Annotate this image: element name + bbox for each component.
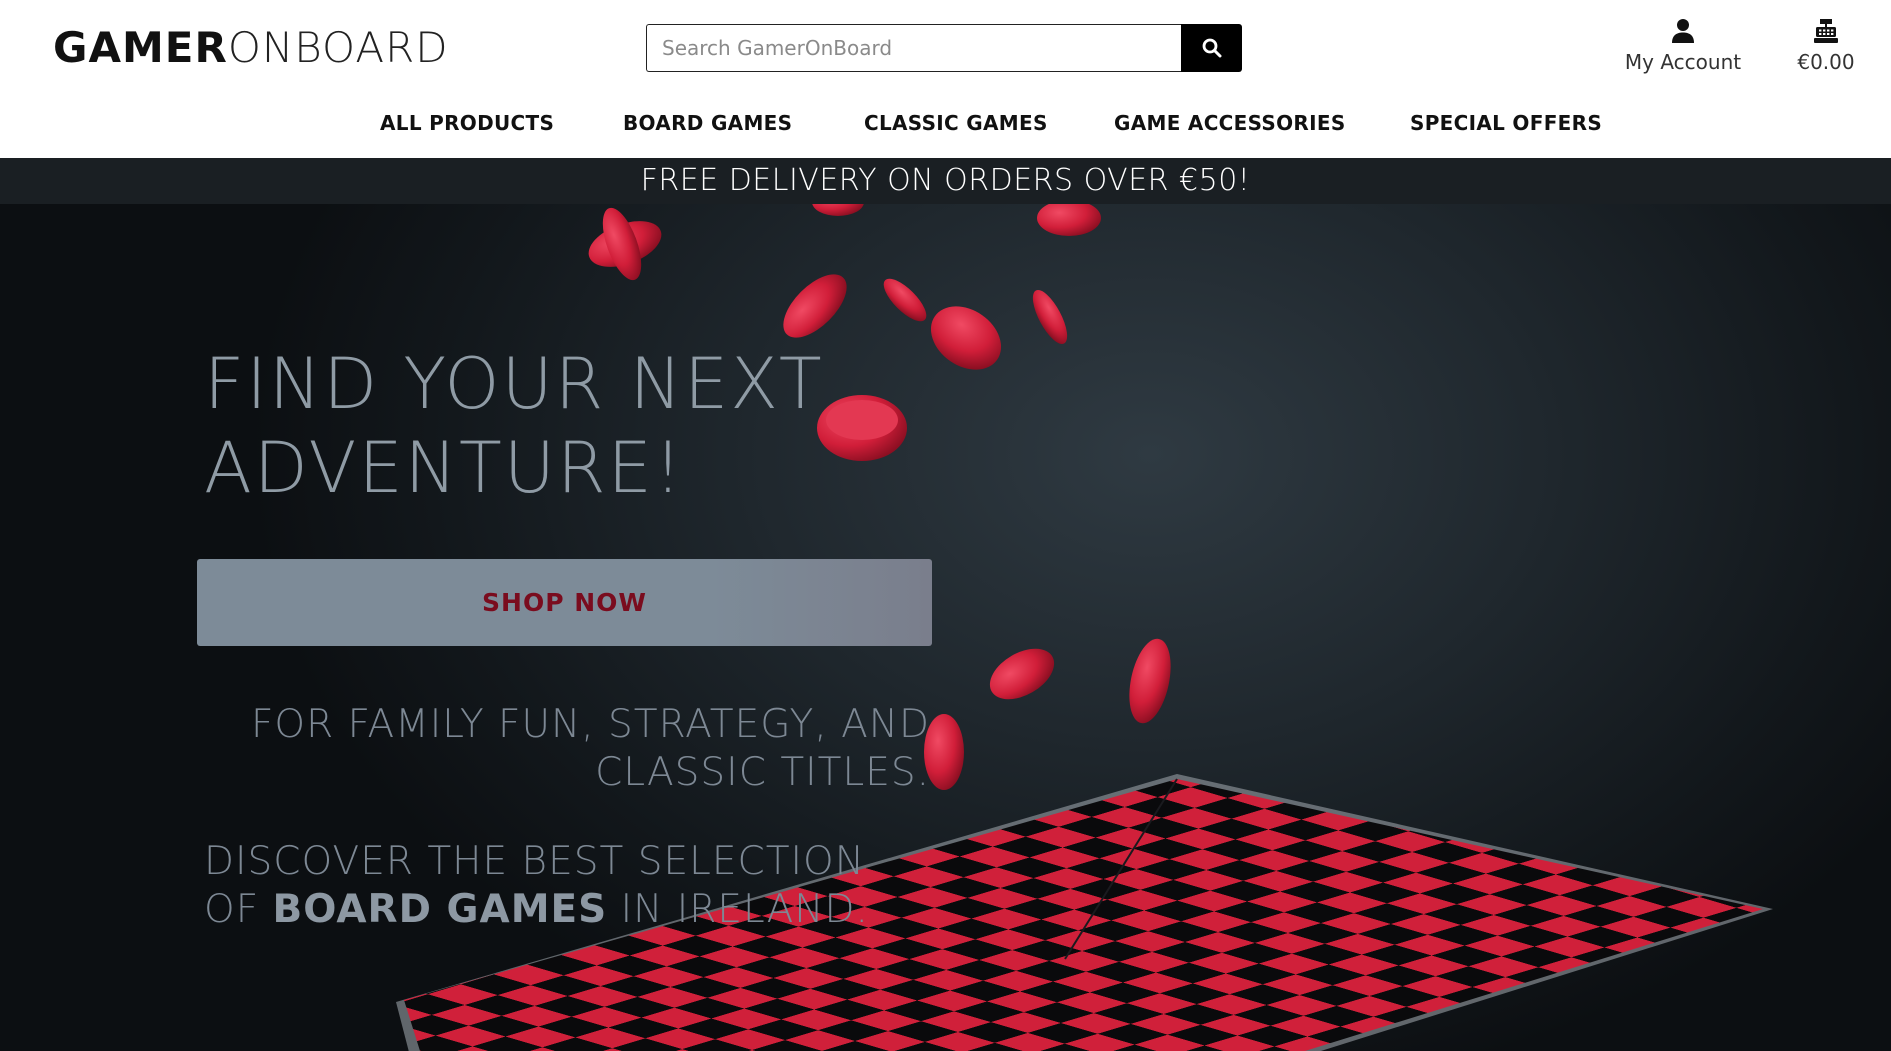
cart-link[interactable]: €0.00	[1786, 18, 1866, 78]
logo-bold-text: GAMER	[53, 23, 228, 72]
discover-strong: BOARD GAMES	[272, 887, 608, 932]
cart-icon-wrap	[1786, 18, 1866, 48]
search-icon	[1202, 38, 1221, 58]
shop-now-button[interactable]: SHOP NOW	[197, 559, 932, 646]
hero-headline: FIND YOUR NEXT ADVENTURE!	[204, 342, 904, 510]
nav-classic-games[interactable]: CLASSIC GAMES	[864, 106, 1048, 140]
search-input[interactable]	[646, 24, 1181, 72]
cash-register-icon	[1814, 19, 1838, 43]
hero-tagline-line1: FOR FAMILY FUN, STRATEGY, AND	[250, 702, 930, 747]
cart-total: €0.00	[1797, 50, 1855, 74]
delivery-banner: FREE DELIVERY ON ORDERS OVER €50!	[0, 158, 1891, 204]
nav-game-accessories[interactable]: GAME ACCESSORIES	[1114, 106, 1346, 140]
nav-board-games[interactable]: BOARD GAMES	[623, 106, 792, 140]
hero-discover-text: DISCOVER THE BEST SELECTION OF BOARD GAM…	[204, 838, 964, 934]
nav-all-products[interactable]: ALL PRODUCTS	[380, 106, 554, 140]
site-logo[interactable]: GAMERONBOARD	[53, 24, 449, 72]
main-nav: ALL PRODUCTS BOARD GAMES CLASSIC GAMES G…	[0, 106, 1891, 140]
hero-headline-line1: FIND YOUR NEXT	[204, 343, 824, 425]
hero-section: FIND YOUR NEXT ADVENTURE! SHOP NOW FOR F…	[0, 204, 1891, 1051]
account-icon-wrap	[1612, 18, 1754, 48]
logo-light-text: ONBOARD	[227, 23, 449, 72]
nav-special-offers[interactable]: SPECIAL OFFERS	[1410, 106, 1602, 140]
discover-line1: DISCOVER THE BEST SELECTION	[204, 839, 865, 884]
my-account-link[interactable]: My Account	[1612, 18, 1754, 78]
search-form	[646, 24, 1242, 72]
hero-headline-line2: ADVENTURE!	[204, 427, 684, 509]
hero-tagline-line2: CLASSIC TITLES.	[595, 750, 930, 795]
discover-suffix: IN IRELAND.	[607, 887, 869, 932]
discover-prefix: OF	[204, 887, 273, 932]
hero-tagline: FOR FAMILY FUN, STRATEGY, AND CLASSIC TI…	[200, 701, 930, 797]
site-header: GAMERONBOARD My Account	[0, 0, 1891, 158]
my-account-label: My Account	[1624, 50, 1742, 74]
user-icon	[1672, 19, 1694, 43]
search-button[interactable]	[1181, 24, 1242, 72]
